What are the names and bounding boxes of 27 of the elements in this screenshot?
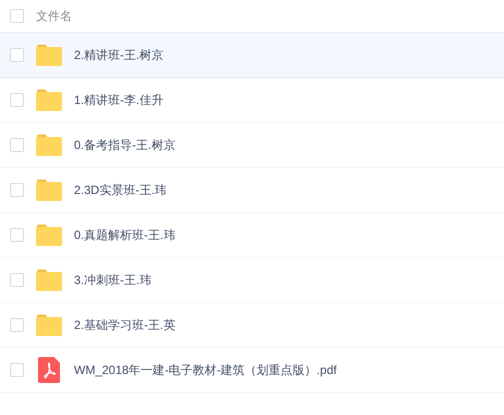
file-name[interactable]: WM_2018年一建-电子教材-建筑（划重点版）.pdf [74, 361, 337, 379]
folder-icon [36, 44, 62, 66]
folder-icon [36, 269, 62, 291]
checkbox[interactable] [10, 363, 24, 377]
checkbox[interactable] [10, 48, 24, 62]
checkbox[interactable] [10, 228, 24, 242]
file-name[interactable]: 1.精讲班-李.佳升 [74, 91, 164, 109]
file-name[interactable]: 2.基础学习班-王.英 [74, 316, 176, 334]
folder-icon [36, 89, 62, 111]
checkbox[interactable] [10, 273, 24, 287]
file-row[interactable]: 2.精讲班-王.树京 [0, 33, 504, 78]
file-name[interactable]: 2.精讲班-王.树京 [74, 46, 164, 64]
file-name[interactable]: 3.冲刺班-王.玮 [74, 271, 152, 289]
checkbox[interactable] [10, 9, 24, 23]
file-name[interactable]: 0.备考指导-王.树京 [74, 136, 176, 154]
column-header[interactable]: 文件名 [36, 7, 72, 25]
folder-icon [36, 134, 62, 156]
folder-icon [36, 314, 62, 336]
file-name[interactable]: 0.真题解析班-王.玮 [74, 226, 176, 244]
checkbox[interactable] [10, 93, 24, 107]
checkbox[interactable] [10, 183, 24, 197]
checkbox[interactable] [10, 138, 24, 152]
pdf-file-icon [38, 357, 60, 383]
folder-icon [36, 179, 62, 201]
checkbox[interactable] [10, 318, 24, 332]
file-name[interactable]: 2.3D实景班-王.玮 [74, 181, 167, 199]
folder-icon [36, 224, 62, 246]
